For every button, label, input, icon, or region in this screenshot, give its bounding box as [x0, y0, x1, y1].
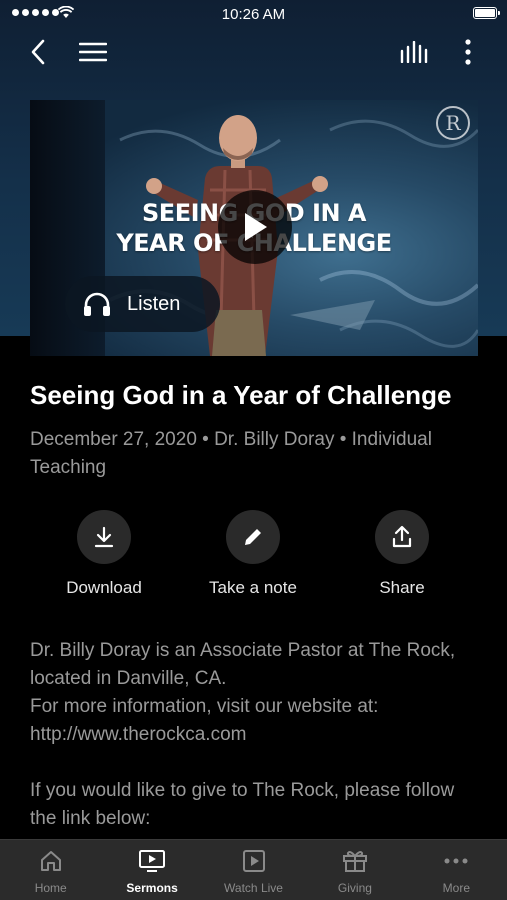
audio-button[interactable]: [398, 36, 430, 68]
sermon-title: Seeing God in a Year of Challenge: [30, 380, 452, 410]
more-options-button[interactable]: [452, 36, 484, 68]
play-icon: [245, 213, 267, 241]
audio-bars-icon: [400, 41, 428, 63]
gift-icon: [342, 851, 367, 872]
description-text: If you would like to give to The Rock, p…: [30, 780, 455, 829]
download-label: Download: [66, 578, 142, 597]
take-note-button[interactable]: Take a note: [178, 510, 328, 598]
description-text: Dr. Billy Doray is an Associate Pastor a…: [30, 640, 456, 689]
take-note-label: Take a note: [209, 578, 297, 597]
tv-play-icon: [139, 850, 166, 872]
menu-button[interactable]: [77, 36, 109, 68]
share-label: Share: [379, 578, 425, 597]
download-button[interactable]: Download: [29, 510, 179, 598]
share-icon: [392, 525, 412, 548]
sermon-meta: December 27, 2020 • Dr. Billy Doray • In…: [30, 429, 432, 478]
sermon-video-player[interactable]: R SEEING GOD IN A YEAR OF CHALLENGE List…: [30, 100, 478, 356]
hamburger-menu-icon: [79, 42, 107, 62]
church-logo: R: [436, 106, 470, 140]
status-bar: 10:26 AM: [0, 0, 507, 30]
listen-button[interactable]: Listen: [65, 276, 220, 332]
more-dots-icon: [444, 858, 468, 864]
tab-bar: Home Sermons Watch Live Giving More: [0, 839, 507, 900]
vertical-dots-icon: [465, 39, 471, 65]
play-button[interactable]: [218, 190, 292, 264]
tab-more[interactable]: More: [406, 840, 507, 900]
battery-icon: [473, 7, 500, 19]
tab-watch-live[interactable]: Watch Live: [203, 840, 304, 900]
tab-home[interactable]: Home: [0, 840, 101, 900]
video-play-icon: [242, 850, 265, 872]
tab-sermons[interactable]: Sermons: [101, 840, 202, 900]
chevron-left-icon: [31, 39, 45, 65]
listen-label: Listen: [127, 292, 181, 315]
headphones-icon: [84, 292, 110, 316]
sermon-description: Dr. Billy Doray is an Associate Pastor a…: [30, 637, 480, 833]
tab-giving[interactable]: Giving: [304, 840, 405, 900]
share-button[interactable]: Share: [327, 510, 477, 598]
description-text: For more information, visit our website …: [30, 696, 379, 745]
home-icon: [40, 851, 61, 871]
back-button[interactable]: [22, 36, 54, 68]
status-time: 10:26 AM: [221, 6, 286, 23]
pencil-icon: [245, 529, 261, 545]
download-icon: [94, 526, 114, 548]
